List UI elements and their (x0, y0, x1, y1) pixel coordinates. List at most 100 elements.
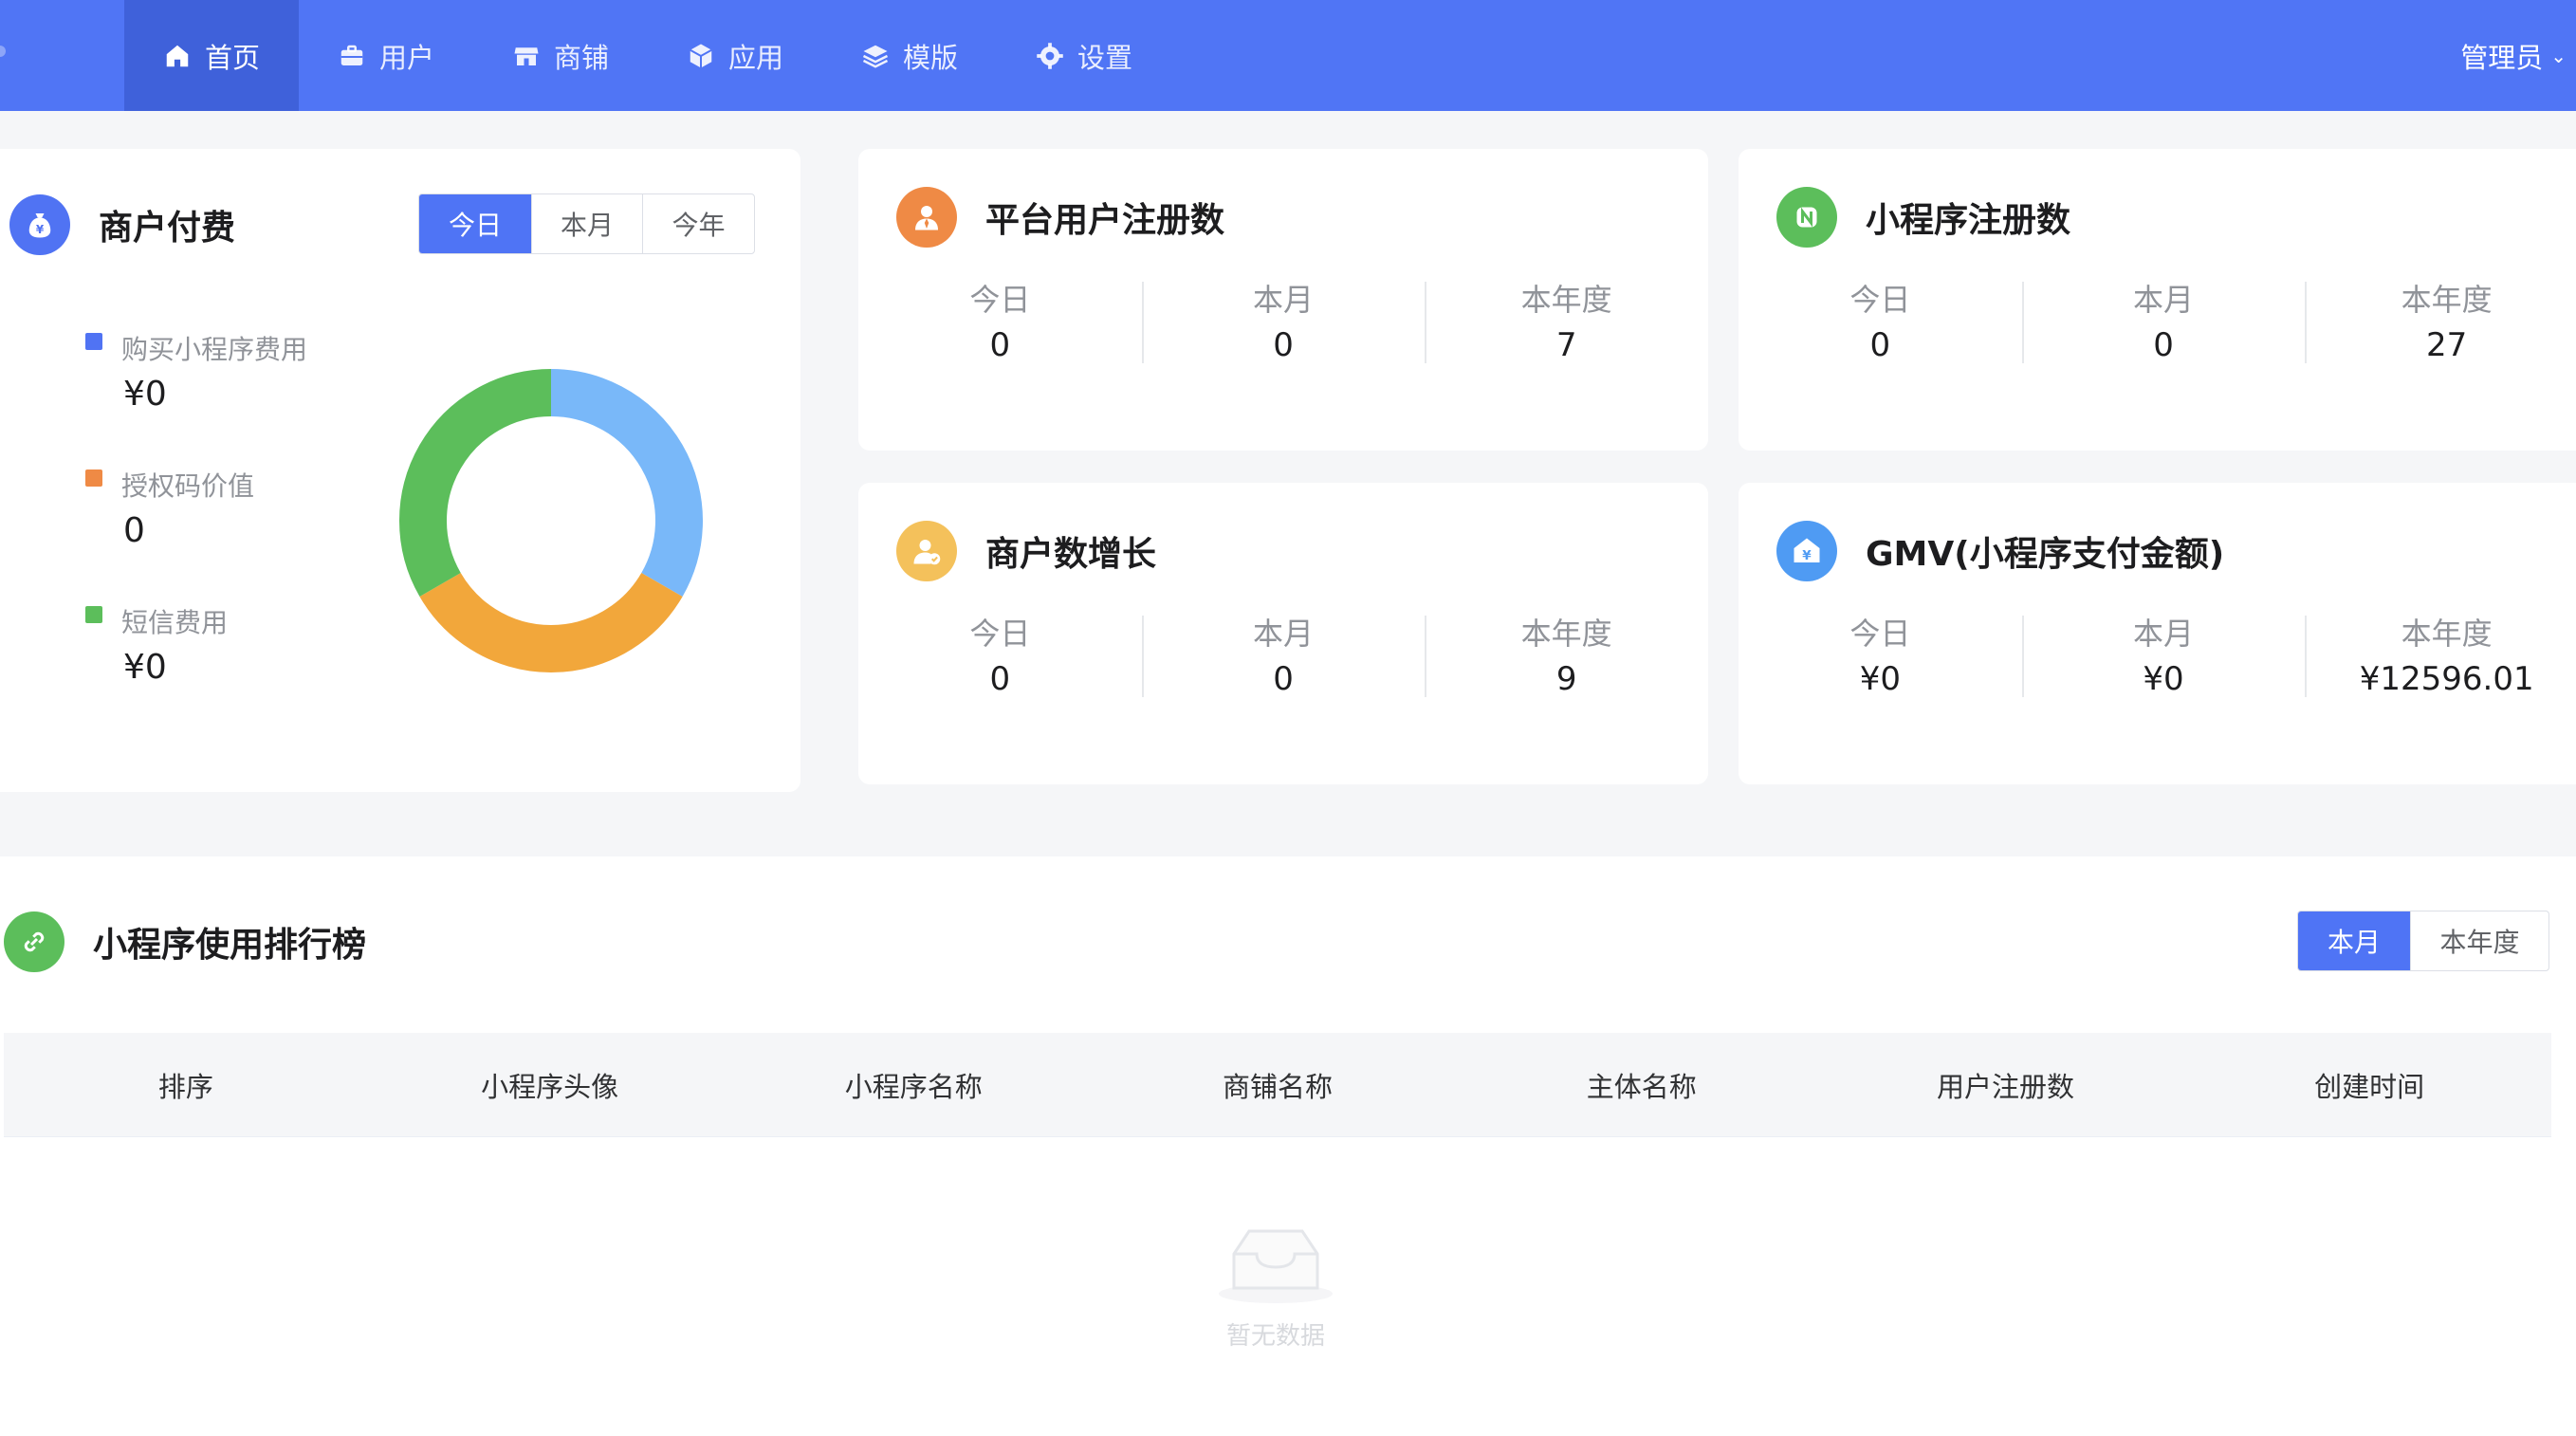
stat-year: 本年度 ¥12596.01 (2305, 612, 2576, 703)
legend-label: 短信费用 (121, 607, 229, 638)
nav-item-stores[interactable]: 商铺 (473, 0, 648, 111)
stat-label: 本年度 (2401, 616, 2493, 652)
stat-label: 今日 (969, 282, 1031, 318)
stat-value: ¥12596.01 (2359, 660, 2534, 698)
nav-item-label: 用户 (378, 41, 434, 74)
legend-label: 授权码价值 (121, 470, 255, 502)
stats-row: 今日 0 本月 0 本年度 27 (1739, 278, 2576, 369)
card-title: 平台用户注册数 (985, 201, 1225, 240)
nav-item-label: 商铺 (553, 41, 609, 74)
stat-today: 今日 0 (858, 612, 1142, 703)
stat-value: 0 (1273, 326, 1294, 364)
column-header-avatar[interactable]: 小程序头像 (368, 1033, 732, 1136)
stat-value: ¥0 (1859, 660, 1901, 698)
stat-year: 本年度 7 (1425, 278, 1708, 369)
range-year-button[interactable]: 本年度 (2410, 911, 2548, 970)
stat-label: 本月 (1253, 282, 1315, 318)
column-header-entity[interactable]: 主体名称 (1460, 1033, 1824, 1136)
ranking-section: 小程序使用排行榜 本月 本年度 排序 小程序头像 小程序名称 商铺名称 主体名称… (0, 856, 2576, 1436)
range-month-button[interactable]: 本月 (531, 194, 642, 253)
stats-row: 今日 0 本月 0 本年度 9 (858, 612, 1708, 703)
stat-label: 今日 (1849, 616, 1911, 652)
stat-year: 本年度 27 (2305, 278, 2576, 369)
range-today-button[interactable]: 今日 (419, 194, 531, 253)
store-icon (512, 42, 541, 70)
stat-value: 0 (1869, 326, 1891, 364)
stat-label: 本年度 (1520, 616, 1612, 652)
empty-text: 暂无数据 (1225, 1322, 1325, 1351)
stats-row: 今日 ¥0 本月 ¥0 本年度 ¥12596.01 (1739, 612, 2576, 703)
gmv-card: ¥ GMV(小程序支付金额) 今日 ¥0 本月 ¥0 本年度 ¥12596.01 (1739, 483, 2576, 784)
stat-label: 本月 (2133, 616, 2195, 652)
stat-today: 今日 0 (1739, 278, 2022, 369)
nav-item-home[interactable]: 首页 (124, 0, 299, 111)
donut-segment-blue[interactable] (550, 369, 703, 597)
stat-month: 本月 0 (1141, 612, 1426, 703)
range-month-button[interactable]: 本月 (2298, 911, 2410, 970)
stat-month: 本月 ¥0 (2021, 612, 2306, 703)
nav-item-apps[interactable]: 应用 (648, 0, 822, 111)
stats-row: 今日 0 本月 0 本年度 7 (858, 278, 1708, 369)
admin-label: 管理员 (2460, 41, 2544, 74)
stat-year: 本年度 9 (1425, 612, 1708, 703)
card-header: ¥ 商户付费 (9, 194, 235, 255)
column-header-store[interactable]: 商铺名称 (1095, 1033, 1460, 1136)
column-header-name[interactable]: 小程序名称 (731, 1033, 1095, 1136)
stat-value: 7 (1555, 326, 1577, 364)
stat-label: 本年度 (1520, 282, 1612, 318)
gear-icon (1036, 42, 1064, 70)
legend-swatch (85, 469, 102, 487)
nav-item-label: 设置 (1076, 41, 1132, 74)
ranking-table-header: 排序 小程序头像 小程序名称 商铺名称 主体名称 用户注册数 创建时间 (4, 1033, 2551, 1137)
home-icon (163, 42, 192, 70)
legend-value: ¥0 (123, 648, 167, 687)
stat-today: 今日 0 (858, 278, 1142, 369)
nav-item-label: 应用 (727, 41, 783, 74)
legend-value: ¥0 (123, 375, 167, 414)
nav-item-settings[interactable]: 设置 (997, 0, 1171, 111)
stat-label: 本年度 (2401, 282, 2493, 318)
money-bag-icon: ¥ (9, 194, 70, 255)
svg-text:¥: ¥ (36, 223, 45, 236)
stat-value: 0 (2153, 326, 2174, 364)
range-year-button[interactable]: 今年 (642, 194, 754, 253)
collapse-handle[interactable] (0, 46, 6, 57)
card-header: 平台用户注册数 (896, 187, 1224, 248)
user-tie-icon (896, 187, 957, 248)
stat-month: 本月 0 (2021, 278, 2306, 369)
top-navbar: 首页 用户 商铺 应用 模版 设置 管理员 ⌄ (0, 0, 2576, 111)
stat-label: 今日 (969, 616, 1031, 652)
stat-label: 本月 (1253, 616, 1315, 652)
ranking-title: 小程序使用排行榜 (93, 926, 367, 965)
legend-label: 购买小程序费用 (121, 334, 308, 365)
donut-segment-green[interactable] (399, 369, 552, 598)
card-title: 小程序注册数 (1866, 201, 2071, 240)
legend-swatch (85, 333, 102, 350)
empty-state: 暂无数据 (1214, 1224, 1337, 1352)
donut-segment-orange[interactable] (419, 572, 683, 672)
pay-range-toggle: 今日 本月 今年 (418, 193, 755, 254)
chevron-down-icon: ⌄ (2550, 44, 2567, 67)
column-header-rank[interactable]: 排序 (4, 1033, 368, 1136)
stat-value: ¥0 (2143, 660, 2184, 698)
stat-value: 0 (1273, 660, 1294, 698)
stat-today: 今日 ¥0 (1739, 612, 2022, 703)
stat-month: 本月 0 (1141, 278, 1426, 369)
miniprogram-registration-card: 小程序注册数 今日 0 本月 0 本年度 27 (1739, 149, 2576, 451)
merchant-growth-card: 商户数增长 今日 0 本月 0 本年度 9 (858, 483, 1708, 784)
card-title: 商户付费 (99, 209, 236, 248)
column-header-registrations[interactable]: 用户注册数 (1824, 1033, 2188, 1136)
main-nav: 首页 用户 商铺 应用 模版 设置 (124, 0, 1171, 111)
briefcase-icon (338, 42, 366, 70)
layers-icon (861, 42, 890, 70)
column-header-created[interactable]: 创建时间 (2187, 1033, 2551, 1136)
legend-value: 0 (123, 511, 145, 550)
nav-item-users[interactable]: 用户 (299, 0, 473, 111)
empty-inbox-icon (1219, 1229, 1333, 1303)
cube-icon (687, 42, 715, 70)
stat-label: 今日 (1849, 282, 1911, 318)
ranking-header: 小程序使用排行榜 (4, 911, 366, 972)
nav-item-templates[interactable]: 模版 (822, 0, 997, 111)
nav-item-label: 首页 (204, 41, 260, 74)
admin-menu[interactable]: 管理员 ⌄ (2460, 0, 2567, 111)
